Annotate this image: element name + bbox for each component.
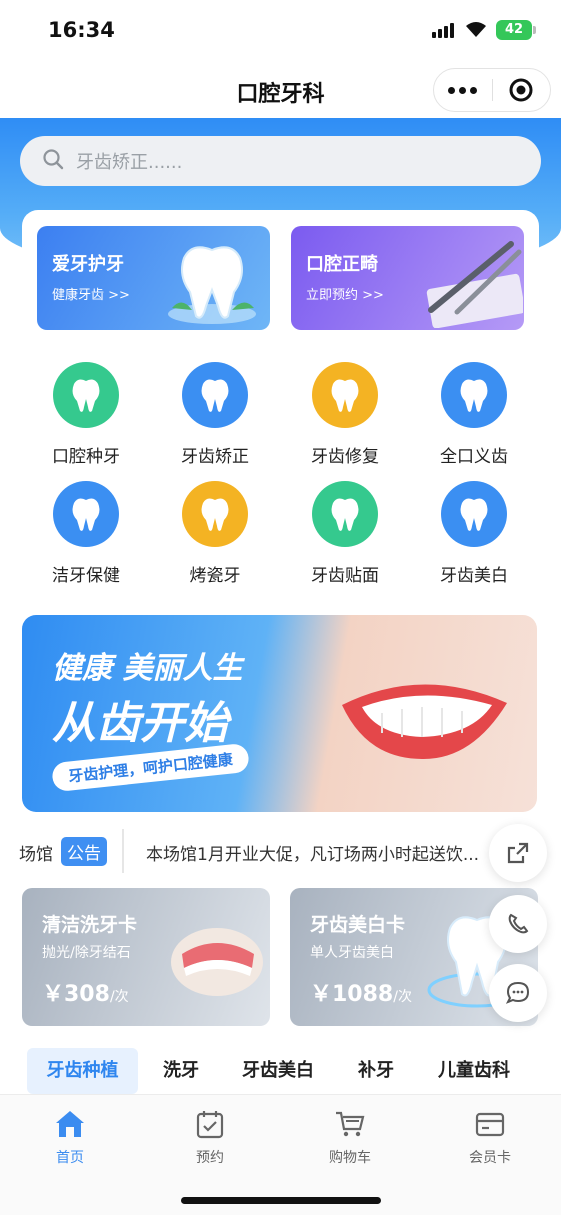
dentures-icon bbox=[441, 362, 507, 428]
phone-icon bbox=[508, 913, 529, 934]
banner-orthodontics[interactable]: 口腔正畸 立即预约 >> bbox=[291, 226, 524, 330]
tabbar-member[interactable]: 会员卡 bbox=[440, 1109, 540, 1167]
tab-pediatric[interactable]: 儿童齿科 bbox=[428, 1048, 520, 1094]
card-subtitle: 单人牙齿美白 bbox=[310, 945, 394, 961]
service-label: 洁牙保健 bbox=[52, 566, 120, 586]
tooth-illustration-icon bbox=[168, 246, 256, 324]
service-item[interactable]: 全口义齿 bbox=[419, 362, 529, 467]
tab-implant[interactable]: 牙齿种植 bbox=[27, 1048, 138, 1094]
whitening-tooth-icon bbox=[441, 481, 507, 547]
smile-illustration-icon bbox=[342, 684, 507, 760]
search-icon bbox=[42, 148, 64, 174]
service-item[interactable]: 牙齿修复 bbox=[290, 362, 400, 467]
status-time: 16:34 bbox=[48, 18, 115, 42]
notice-badge: 公告 bbox=[61, 837, 107, 866]
calendar-check-icon bbox=[196, 1111, 224, 1139]
tooth-sparkle-icon bbox=[182, 362, 248, 428]
promo-banner[interactable]: 健康 美丽人生 从齿开始 牙齿护理，呵护口腔健康 bbox=[22, 615, 537, 812]
signal-icon bbox=[432, 22, 454, 38]
more-dots-icon[interactable] bbox=[434, 86, 492, 94]
banner-title: 爱牙护牙 bbox=[52, 254, 124, 275]
implant-tooth-icon bbox=[53, 362, 119, 428]
nav-bar: 口腔牙科 bbox=[0, 60, 561, 118]
card-price: ￥308/次 bbox=[42, 976, 129, 1008]
card-price-unit: /次 bbox=[109, 989, 129, 1005]
chat-icon bbox=[505, 981, 530, 1004]
tabbar-home[interactable]: 首页 bbox=[20, 1109, 120, 1167]
dentures-model-icon bbox=[171, 928, 263, 996]
service-label: 牙齿修复 bbox=[311, 447, 379, 467]
service-item[interactable]: 烤瓷牙 bbox=[160, 481, 270, 586]
banner-sub: 立即预约 >> bbox=[306, 288, 384, 303]
tabbar-label: 首页 bbox=[56, 1150, 84, 1166]
promo-slogan: 从齿开始 bbox=[52, 698, 228, 749]
service-item[interactable]: 牙齿矫正 bbox=[160, 362, 270, 467]
card-price-value: ￥308 bbox=[42, 982, 110, 1007]
service-label: 牙齿贴面 bbox=[311, 566, 379, 586]
status-bar: 16:34 42 bbox=[0, 0, 561, 60]
service-label: 牙齿矫正 bbox=[181, 447, 249, 467]
tab-filling[interactable]: 补牙 bbox=[345, 1048, 407, 1094]
category-tabs: 牙齿种植 洗牙 牙齿美白 补牙 儿童齿科 bbox=[0, 1048, 561, 1096]
toothbrush-icon bbox=[53, 481, 119, 547]
share-button[interactable] bbox=[489, 824, 547, 882]
banner-sub: 健康牙齿 >> bbox=[52, 288, 130, 303]
service-item[interactable]: 洁牙保健 bbox=[31, 481, 141, 586]
call-button[interactable] bbox=[489, 895, 547, 953]
service-label: 烤瓷牙 bbox=[189, 566, 241, 586]
notice-bar[interactable]: 场馆 公告 本场馆1月开业大促，凡订场两小时起送饮... bbox=[0, 826, 561, 876]
notice-divider bbox=[122, 829, 124, 873]
tabbar-cart[interactable]: 购物车 bbox=[300, 1109, 400, 1167]
cleaning-card[interactable]: 清洁洗牙卡 抛光/除牙结石 ￥308/次 bbox=[22, 888, 270, 1026]
dental-tools-icon bbox=[426, 241, 523, 328]
tabbar-label: 预约 bbox=[196, 1150, 224, 1166]
battery-icon: 42 bbox=[496, 20, 536, 40]
service-item[interactable]: 牙齿贴面 bbox=[290, 481, 400, 586]
card-subtitle: 抛光/除牙结石 bbox=[42, 945, 131, 961]
cart-icon bbox=[336, 1111, 365, 1137]
service-label: 全口义齿 bbox=[440, 447, 508, 467]
search-placeholder: 牙齿矫正...... bbox=[76, 152, 183, 173]
card-price-value: ￥1088 bbox=[310, 982, 394, 1007]
miniapp-capsule bbox=[433, 68, 551, 112]
service-item[interactable]: 口腔种牙 bbox=[31, 362, 141, 467]
share-icon bbox=[507, 842, 529, 864]
service-label: 口腔种牙 bbox=[52, 447, 120, 467]
porcelain-tooth-icon bbox=[182, 481, 248, 547]
wifi-icon bbox=[464, 20, 488, 42]
home-icon bbox=[56, 1111, 84, 1137]
tab-cleaning[interactable]: 洗牙 bbox=[150, 1048, 212, 1094]
tooth-repair-icon bbox=[312, 362, 378, 428]
service-label: 牙齿美白 bbox=[440, 566, 508, 586]
chat-button[interactable] bbox=[489, 964, 547, 1022]
tabbar-label: 会员卡 bbox=[469, 1150, 511, 1166]
card-price-unit: /次 bbox=[393, 989, 412, 1005]
home-indicator bbox=[181, 1197, 381, 1204]
veneer-tooth-icon bbox=[312, 481, 378, 547]
member-card-icon bbox=[475, 1112, 505, 1137]
card-title: 牙齿美白卡 bbox=[310, 914, 406, 936]
target-icon[interactable] bbox=[492, 77, 550, 103]
tabbar-label: 购物车 bbox=[329, 1150, 371, 1166]
notice-label: 场馆 bbox=[19, 845, 53, 865]
banner-title: 口腔正畸 bbox=[306, 254, 378, 275]
tabbar-booking[interactable]: 预约 bbox=[160, 1109, 260, 1167]
promo-headline: 健康 美丽人生 bbox=[52, 651, 243, 686]
search-bar[interactable]: 牙齿矫正...... bbox=[20, 136, 541, 186]
tab-whitening[interactable]: 牙齿美白 bbox=[232, 1048, 324, 1094]
service-item[interactable]: 牙齿美白 bbox=[419, 481, 529, 586]
card-title: 清洁洗牙卡 bbox=[42, 914, 138, 936]
card-price: ￥1088/次 bbox=[310, 976, 412, 1008]
banner-care-teeth[interactable]: 爱牙护牙 健康牙齿 >> bbox=[37, 226, 270, 330]
